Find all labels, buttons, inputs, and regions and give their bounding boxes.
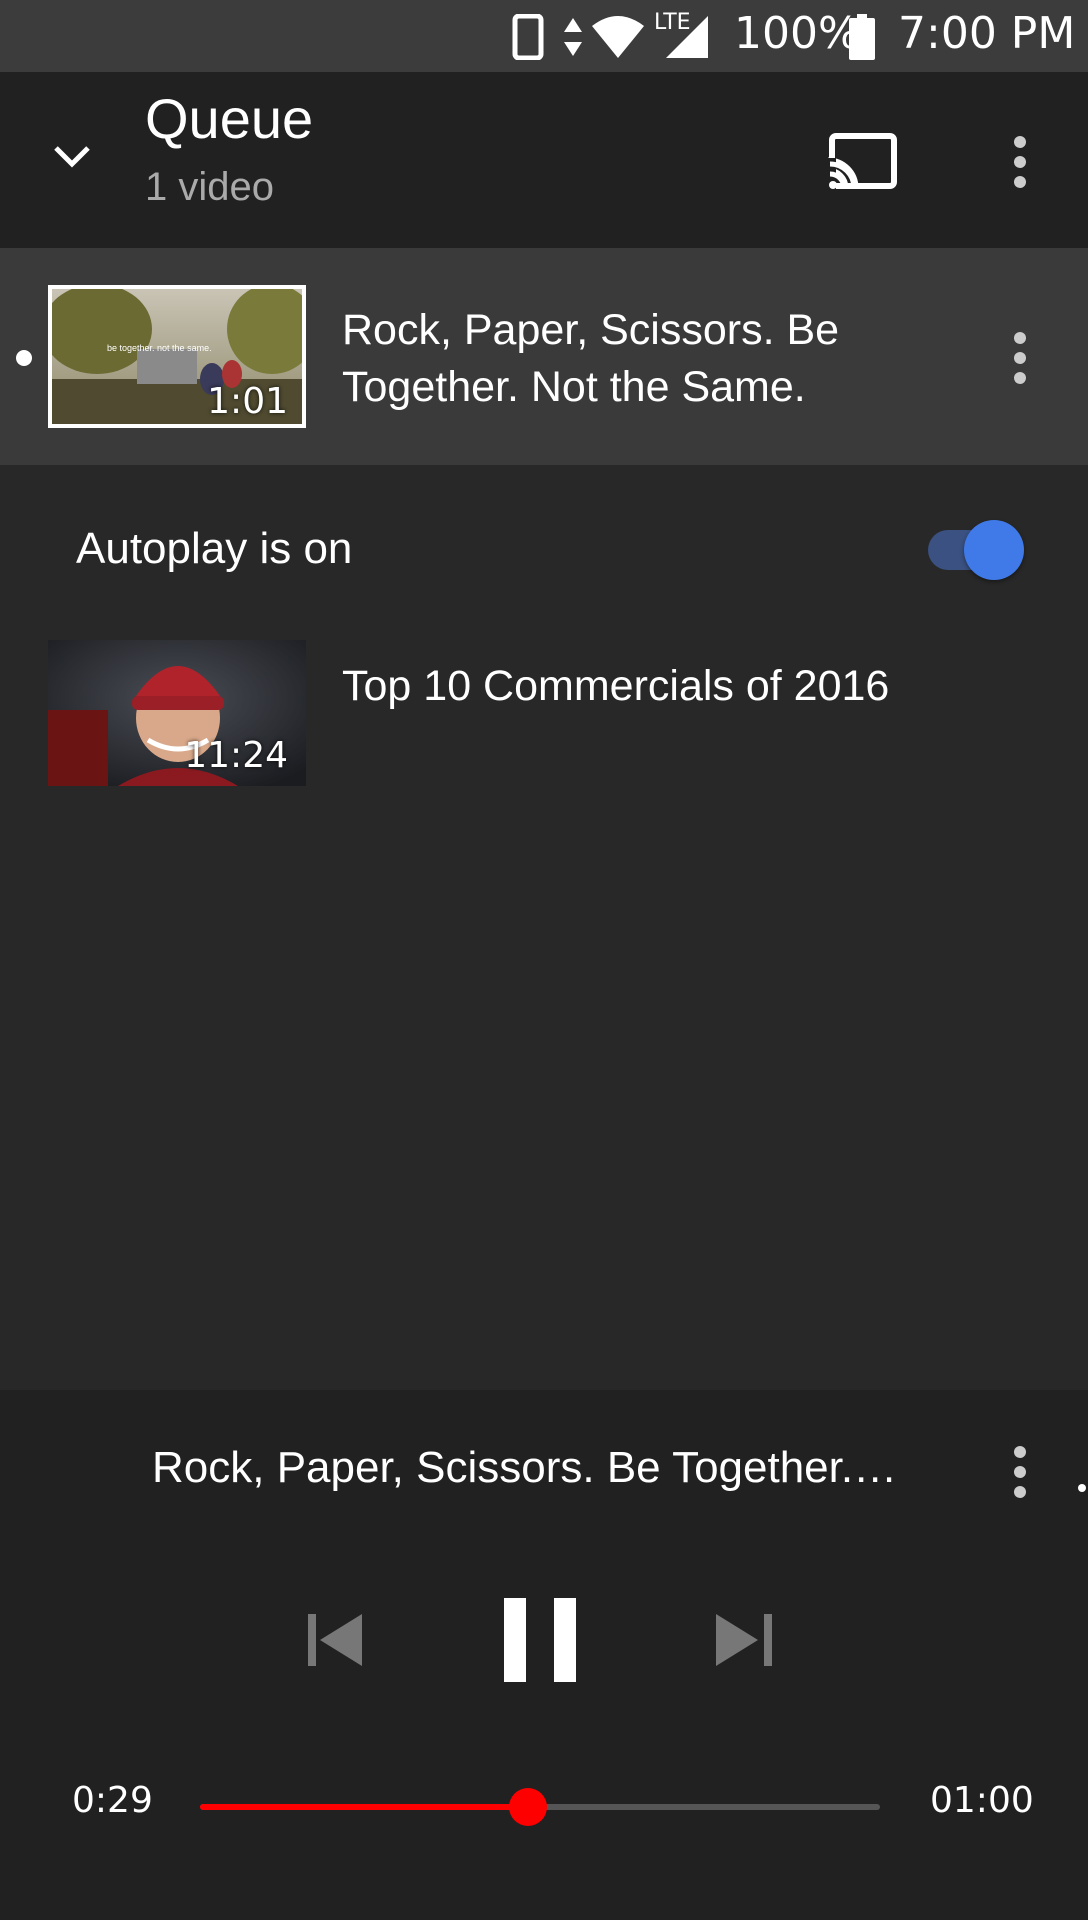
more-vert-icon[interactable]: [992, 326, 1048, 390]
lte-signal-icon: [666, 16, 708, 58]
skip-previous-icon[interactable]: [306, 1610, 366, 1670]
seek-handle[interactable]: [509, 1788, 547, 1826]
battery-icon: [849, 14, 875, 60]
skip-next-icon[interactable]: [714, 1610, 774, 1670]
clock: 7:00 PM: [898, 8, 1076, 59]
video-thumbnail: be together. not the same. 1:01: [48, 285, 306, 428]
cast-icon[interactable]: [826, 130, 900, 194]
seek-bar[interactable]: [200, 1788, 880, 1828]
toggle-knob: [964, 520, 1024, 580]
up-next-item[interactable]: 11:24 Top 10 Commercials of 2016: [0, 640, 1088, 786]
autoplay-label: Autoplay is on: [76, 524, 353, 573]
more-vert-icon[interactable]: [992, 130, 1048, 194]
autoplay-toggle[interactable]: [928, 520, 1024, 580]
chevron-down-icon[interactable]: [40, 124, 104, 188]
duration-badge: 1:01: [207, 381, 288, 422]
queue-item[interactable]: be together. not the same. 1:01 Rock, Pa…: [0, 248, 1088, 465]
video-title: Top 10 Commercials of 2016: [342, 662, 890, 710]
phone-icon: [512, 14, 544, 60]
thumbnail-caption: be together. not the same.: [107, 343, 212, 353]
wifi-icon: [592, 16, 644, 58]
pause-icon[interactable]: [500, 1596, 580, 1684]
page-title: Queue: [145, 87, 314, 150]
overflow-dot: [1078, 1484, 1086, 1492]
video-title: Rock, Paper, Scissors. Be Together. Not …: [342, 306, 840, 411]
current-time: 0:29: [72, 1780, 153, 1821]
duration-badge: 11:24: [184, 735, 288, 776]
battery-percent: 100%: [734, 8, 860, 59]
data-arrows-icon: [564, 18, 582, 56]
mini-player: Rock, Paper, Scissors. Be Together.… 0:2…: [0, 1390, 1088, 1920]
queue-header: Queue 1 video: [0, 72, 1088, 248]
now-playing-title: Rock, Paper, Scissors. Be Together.…: [152, 1443, 898, 1492]
now-playing-indicator: [16, 350, 32, 366]
video-count: 1 video: [145, 165, 274, 209]
status-bar: LTE 100% 7:00 PM: [0, 0, 1088, 72]
video-thumbnail: 11:24: [48, 640, 306, 786]
more-vert-icon[interactable]: [992, 1440, 1048, 1504]
seek-progress: [200, 1804, 528, 1810]
total-time: 01:00: [930, 1780, 1034, 1821]
